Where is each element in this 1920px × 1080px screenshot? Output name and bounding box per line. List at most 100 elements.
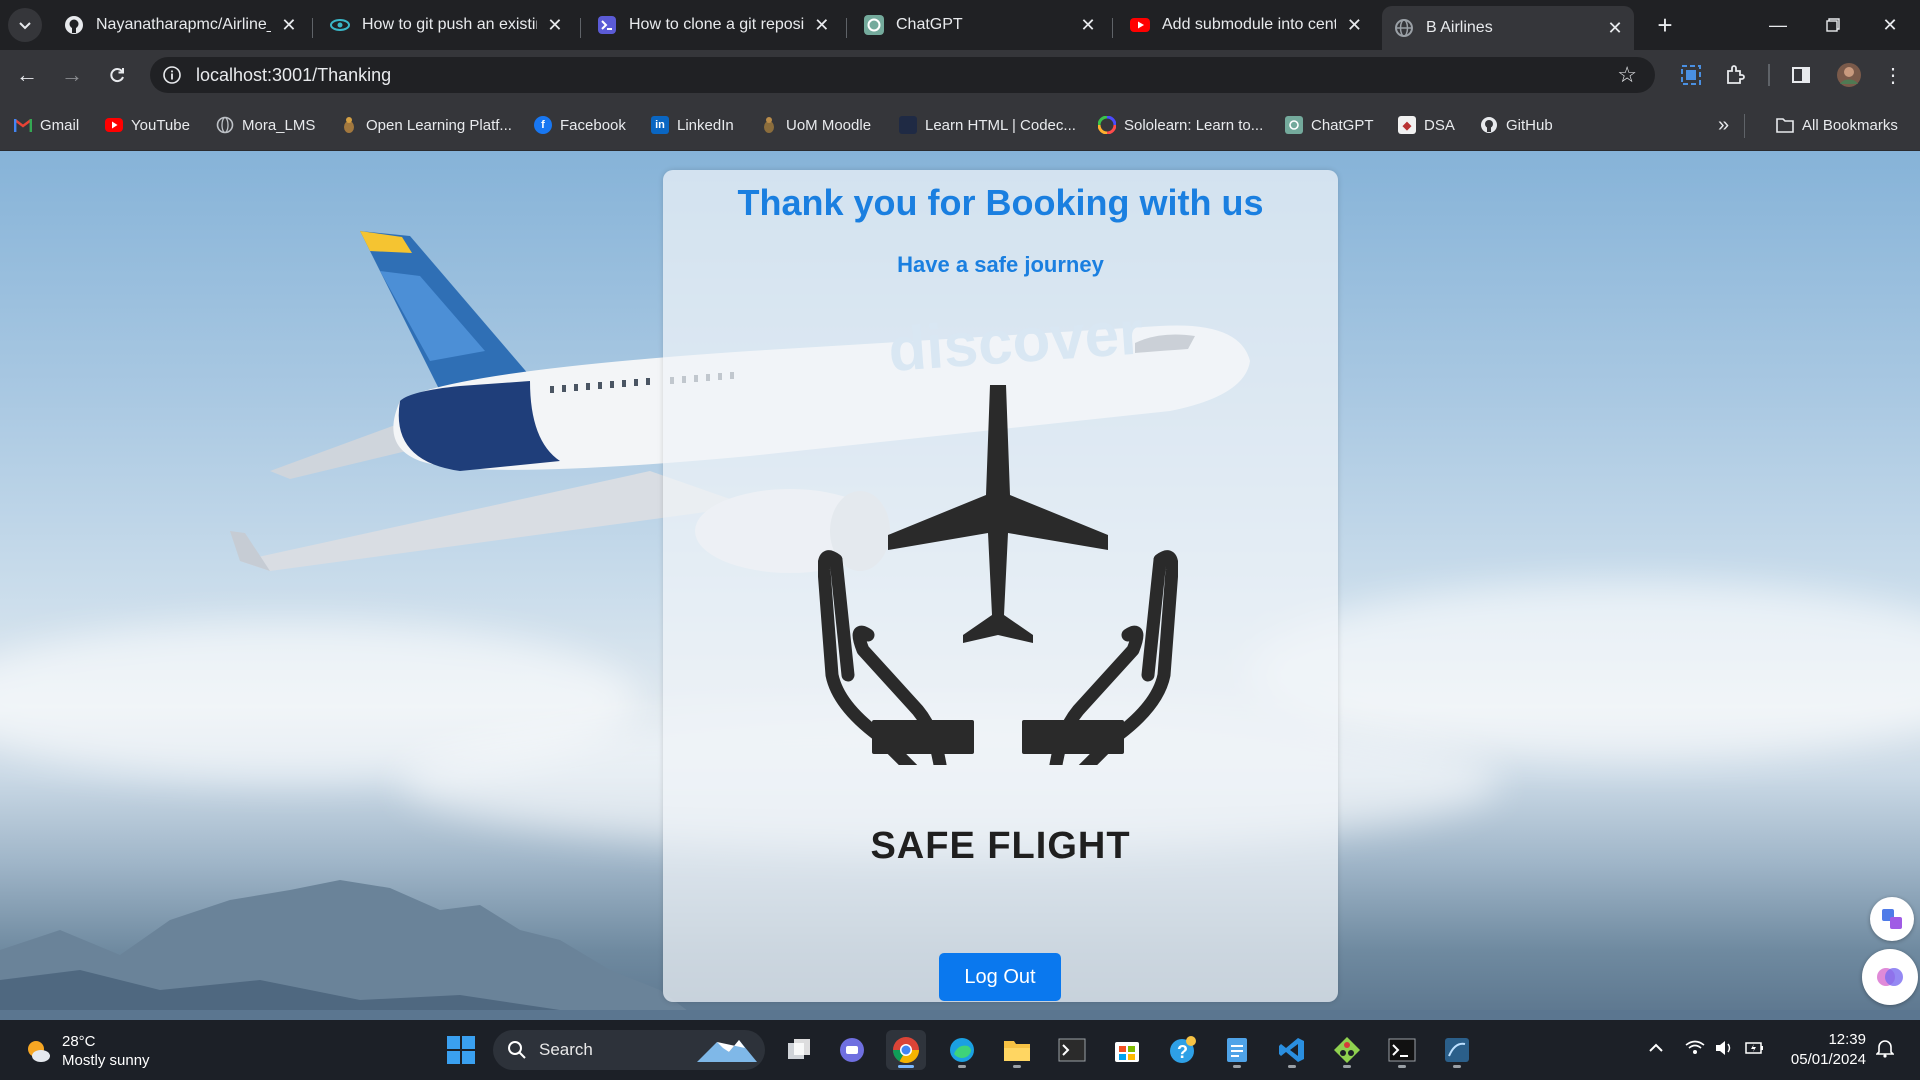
file-explorer-icon[interactable] xyxy=(997,1030,1037,1070)
bookmark-uom-moodle[interactable]: UoM Moodle xyxy=(760,114,871,136)
tab-separator xyxy=(1112,18,1113,38)
dsa-icon: ◆ xyxy=(1398,116,1416,134)
vscode-icon[interactable] xyxy=(1272,1030,1312,1070)
tab-title: B Airlines xyxy=(1426,19,1493,36)
address-bar[interactable]: localhost:3001/Thanking ☆ xyxy=(150,57,1655,93)
github-icon xyxy=(1480,116,1498,134)
running-indicator xyxy=(1453,1065,1461,1068)
url-text[interactable]: localhost:3001/Thanking xyxy=(196,65,391,86)
tab-github[interactable]: Nayanatharapmc/Airline_R ✕ xyxy=(52,8,307,42)
all-bookmarks-folder[interactable]: All Bookmarks xyxy=(1776,114,1898,136)
log-out-button[interactable]: Log Out xyxy=(939,953,1061,1001)
weather-widget[interactable]: 28°C Mostly sunny xyxy=(24,1032,150,1070)
more-menu-icon[interactable]: ⋮ xyxy=(1880,62,1906,88)
bookmark-mora-lms[interactable]: Mora_LMS xyxy=(216,114,315,136)
tab-git-push[interactable]: How to git push an existing ✕ xyxy=(318,8,573,42)
tab-submodule[interactable]: Add submodule into centr ✕ xyxy=(1118,8,1373,42)
translate-extension-icon[interactable] xyxy=(1870,897,1914,941)
restore-icon[interactable] xyxy=(1813,8,1853,42)
site-info-icon[interactable] xyxy=(162,65,182,85)
forward-icon[interactable]: → xyxy=(55,58,89,92)
close-icon[interactable]: ✕ xyxy=(1077,14,1099,36)
youtube-icon xyxy=(1130,15,1150,35)
page-subtitle: Have a safe journey xyxy=(897,252,1104,277)
extensions-icon[interactable] xyxy=(1722,62,1748,88)
database-workbench-icon[interactable] xyxy=(1437,1030,1477,1070)
clock-time: 12:39 xyxy=(1828,1031,1866,1048)
bookmark-label: Mora_LMS xyxy=(242,116,316,134)
window-close-icon[interactable]: ✕ xyxy=(1870,8,1910,42)
bookmark-codecademy[interactable]: Learn HTML | Codec... xyxy=(899,114,1076,136)
ai-assistant-extension-icon[interactable] xyxy=(1862,949,1918,1005)
tab-search-button[interactable] xyxy=(8,8,42,42)
linkedin-icon: in xyxy=(651,116,669,134)
side-panel-icon[interactable] xyxy=(1788,62,1814,88)
command-prompt-icon[interactable] xyxy=(1382,1030,1422,1070)
terminal-taskbar-icon[interactable] xyxy=(1052,1030,1092,1070)
bookmark-dsa[interactable]: ◆ DSA xyxy=(1398,114,1455,136)
bookmarks-overflow-icon[interactable]: » xyxy=(1718,114,1729,136)
page-viewport: discover Thank you for Booking with us H… xyxy=(0,151,1920,1020)
bookmark-linkedin[interactable]: in LinkedIn xyxy=(651,114,734,136)
tab-title: How to clone a git reposito xyxy=(629,16,804,33)
git-client-icon[interactable] xyxy=(1327,1030,1367,1070)
tab-title: ChatGPT xyxy=(896,16,963,33)
edge-taskbar-icon[interactable] xyxy=(942,1030,982,1070)
close-icon[interactable]: ✕ xyxy=(1604,17,1626,39)
bookmark-chatgpt[interactable]: ChatGPT xyxy=(1285,114,1374,136)
bookmarks-divider xyxy=(1744,114,1745,138)
new-tab-button[interactable]: + xyxy=(1650,10,1680,40)
bookmark-sololearn[interactable]: Sololearn: Learn to... xyxy=(1098,114,1263,136)
search-label: Search xyxy=(539,1040,593,1059)
reload-icon[interactable] xyxy=(100,58,134,92)
bookmark-label: YouTube xyxy=(131,116,190,134)
wifi-icon[interactable] xyxy=(1685,1040,1705,1059)
tab-git-clone[interactable]: How to clone a git reposito ✕ xyxy=(585,8,840,42)
teams-chat-icon[interactable] xyxy=(832,1030,872,1070)
bookmark-facebook[interactable]: f Facebook xyxy=(534,114,626,136)
screenshot-icon[interactable] xyxy=(1678,62,1704,88)
bookmark-github[interactable]: GitHub xyxy=(1480,114,1553,136)
windows-start-icon[interactable] xyxy=(441,1030,481,1070)
youtube-icon xyxy=(105,116,123,134)
close-icon[interactable]: ✕ xyxy=(545,14,565,36)
system-clock[interactable]: 12:39 05/01/2024 xyxy=(1760,1030,1866,1070)
close-icon[interactable]: ✕ xyxy=(812,14,832,36)
tab-chatgpt[interactable]: ChatGPT ✕ xyxy=(852,8,1107,42)
tab-strip: Nayanatharapmc/Airline_R ✕ How to git pu… xyxy=(0,0,1920,50)
weather-description: Mostly sunny xyxy=(62,1052,150,1069)
chrome-taskbar-icon[interactable] xyxy=(886,1030,926,1070)
toolbar-divider xyxy=(1768,64,1770,86)
volume-icon[interactable] xyxy=(1715,1040,1735,1059)
show-hidden-icons[interactable] xyxy=(1648,1040,1664,1058)
bookmark-label: UoM Moodle xyxy=(786,116,872,134)
back-icon[interactable]: ← xyxy=(10,58,44,92)
browser-toolbar: ← → localhost:3001/Thanking ☆ ⋮ xyxy=(0,50,1920,100)
all-bookmarks-label: All Bookmarks xyxy=(1802,116,1898,134)
close-icon[interactable]: ✕ xyxy=(279,14,299,36)
microsoft-store-icon[interactable] xyxy=(1107,1030,1147,1070)
active-indicator xyxy=(898,1065,914,1068)
facebook-icon: f xyxy=(534,116,552,134)
open-learning-icon xyxy=(340,116,358,134)
bookmark-open-learning[interactable]: Open Learning Platf... xyxy=(340,114,512,136)
right-cuff xyxy=(1022,720,1124,754)
bookmark-label: DSA xyxy=(1424,116,1455,134)
taskbar-search[interactable]: Search xyxy=(493,1030,765,1070)
bookmark-star-icon[interactable]: ☆ xyxy=(1617,62,1637,88)
task-view-icon[interactable] xyxy=(779,1030,819,1070)
minimize-icon[interactable]: — xyxy=(1758,8,1798,42)
tab-b-airlines[interactable]: B Airlines ✕ xyxy=(1382,6,1634,50)
chatgpt-icon xyxy=(1285,116,1303,134)
search-highlight-icon xyxy=(697,1040,757,1062)
bookmark-gmail[interactable]: Gmail xyxy=(14,114,79,136)
notification-bell-icon[interactable] xyxy=(1875,1038,1895,1061)
globe-icon xyxy=(216,116,234,134)
notepad-icon[interactable] xyxy=(1217,1030,1257,1070)
profile-avatar[interactable] xyxy=(1836,62,1862,88)
page-title: Thank you for Booking with us xyxy=(737,182,1264,223)
svg-text:?: ? xyxy=(1177,1042,1188,1062)
help-app-icon[interactable]: ? xyxy=(1162,1030,1202,1070)
close-icon[interactable]: ✕ xyxy=(1344,14,1365,36)
bookmark-youtube[interactable]: YouTube xyxy=(105,114,190,136)
